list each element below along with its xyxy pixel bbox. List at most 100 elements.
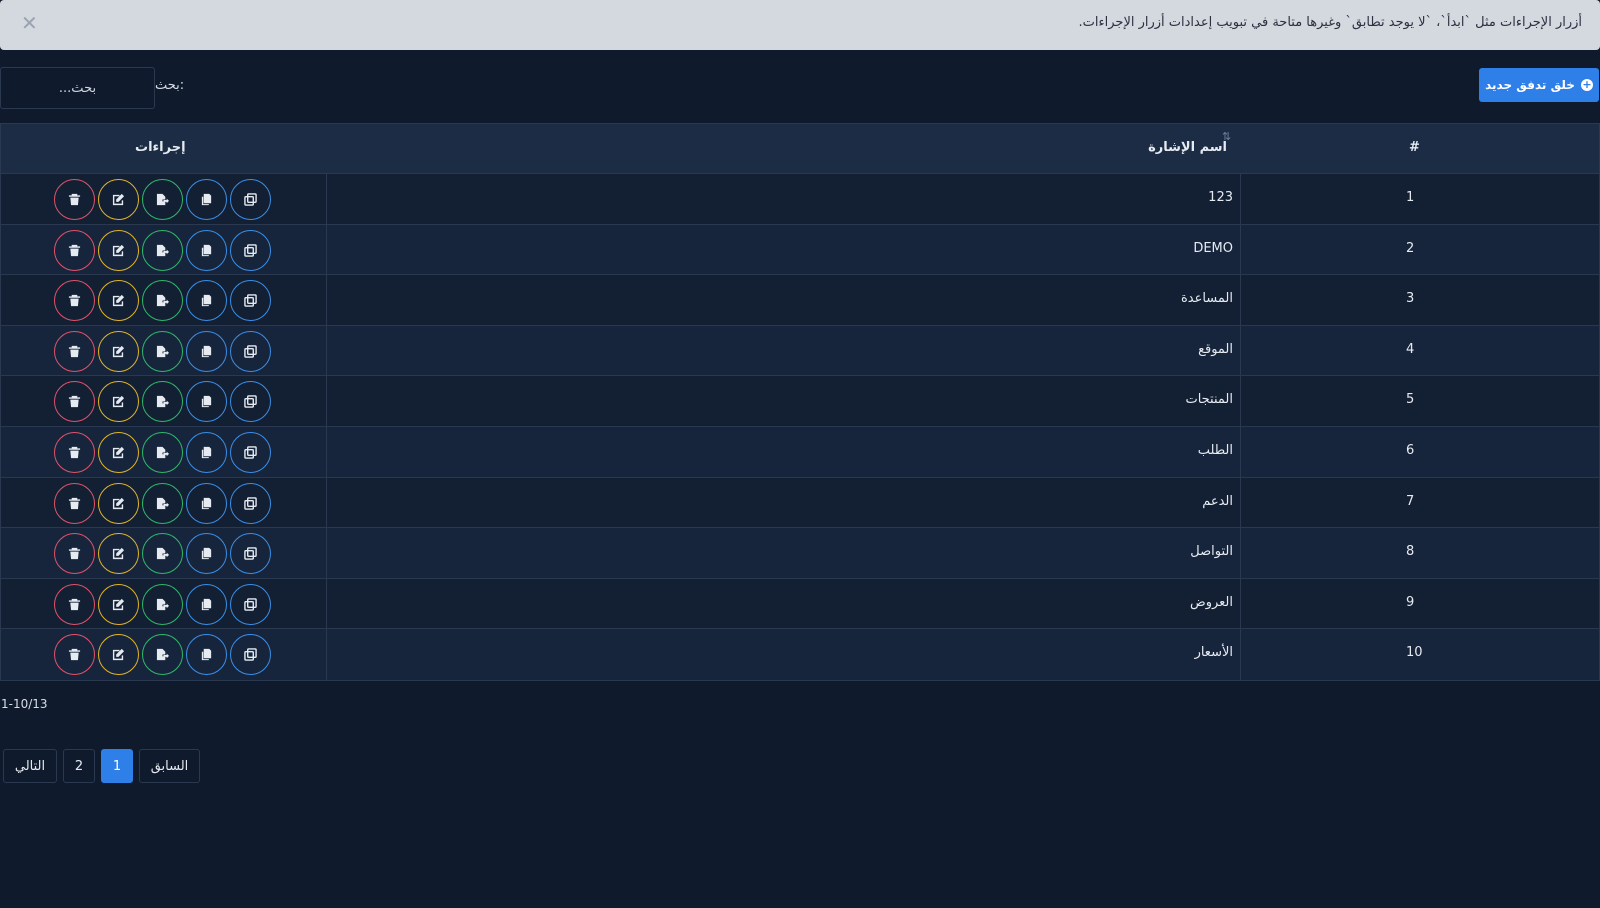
delete-button[interactable] [54,482,95,524]
row-number: 4 [1406,341,1415,357]
copy-button[interactable] [186,381,227,423]
copy-button[interactable] [186,330,227,372]
delete-icon [68,648,81,661]
create-flow-button[interactable]: + خلق تدفق جديد [1479,68,1599,102]
delete-icon [68,446,81,459]
column-divider [1240,477,1241,528]
export-button[interactable] [142,381,183,423]
search-input[interactable] [0,67,155,109]
row-name: الدعم [1202,493,1233,509]
info-alert: ✕ أزرار الإجراءات مثل `ابدأ`، `لا يوجد ت… [0,0,1600,50]
export-button[interactable] [142,280,183,322]
table-header: # ⇅ اسم الإشارة إجراءات [1,124,1599,174]
delete-button[interactable] [54,583,95,625]
delete-button[interactable] [54,280,95,322]
export-button[interactable] [142,179,183,220]
delete-button[interactable] [54,431,95,473]
export-button[interactable] [142,229,183,271]
export-button[interactable] [142,533,183,575]
row-actions [54,179,271,220]
export-button[interactable] [142,634,183,676]
edit-button[interactable] [98,179,139,220]
copy-button[interactable] [186,482,227,524]
row-number: 1 [1406,190,1415,205]
edit-button[interactable] [98,533,139,575]
edit-button[interactable] [98,482,139,524]
next-page-button[interactable]: التالي [3,749,57,783]
export-icon [156,598,169,611]
table-row: 1 123 [1,174,1599,225]
copy-icon [200,193,213,206]
delete-button[interactable] [54,533,95,575]
export-button[interactable] [142,431,183,473]
row-actions [54,229,271,271]
copy-button[interactable] [186,533,227,575]
table-body: 1 123 2 DEMO 3 المساعدة 4 الموقع 5 المنتجات 6 الطلب… [1,174,1599,680]
duplicate-button[interactable] [230,533,271,575]
column-divider [326,174,327,224]
copy-icon [200,244,213,257]
delete-icon [68,547,81,560]
copy-button[interactable] [186,229,227,271]
edit-icon [112,193,125,206]
page-1-button[interactable]: 1 [101,749,133,783]
copy-button[interactable] [186,280,227,322]
delete-icon [68,497,81,510]
duplicate-button[interactable] [230,583,271,625]
copy-icon [200,294,213,307]
row-name: الطلب [1197,442,1233,458]
results-info: 1-10/13 [1,697,48,711]
table-row: 10 الأسعار [1,629,1599,680]
header-num[interactable]: # [1409,140,1420,155]
data-table: # ⇅ اسم الإشارة إجراءات 1 123 2 DEMO 3 المساع… [0,123,1600,681]
delete-icon [68,598,81,611]
row-name: الأسعار [1194,645,1233,661]
prev-page-button[interactable]: السابق [139,749,200,783]
delete-button[interactable] [54,634,95,676]
close-icon[interactable]: ✕ [21,11,38,35]
delete-button[interactable] [54,330,95,372]
edit-button[interactable] [98,229,139,271]
delete-button[interactable] [54,381,95,423]
header-name[interactable]: اسم الإشارة [1148,140,1227,155]
duplicate-icon [244,395,257,409]
row-name: DEMO [1193,240,1233,256]
export-button[interactable] [142,583,183,625]
delete-button[interactable] [54,229,95,271]
edit-button[interactable] [98,280,139,322]
duplicate-button[interactable] [230,431,271,473]
copy-button[interactable] [186,634,227,676]
export-icon [156,648,169,661]
export-icon [156,193,169,206]
edit-button[interactable] [98,431,139,473]
duplicate-button[interactable] [230,179,271,220]
copy-button[interactable] [186,179,227,220]
duplicate-button[interactable] [230,229,271,271]
column-divider [326,426,327,477]
delete-button[interactable] [54,179,95,220]
edit-button[interactable] [98,634,139,676]
table-row: 3 المساعدة [1,275,1599,326]
copy-icon [200,648,213,661]
export-button[interactable] [142,482,183,524]
search-label: بحث: [155,78,185,93]
duplicate-button[interactable] [230,381,271,423]
copy-button[interactable] [186,431,227,473]
duplicate-button[interactable] [230,482,271,524]
column-divider [326,578,327,629]
edit-button[interactable] [98,583,139,625]
duplicate-button[interactable] [230,634,271,676]
page-2-button[interactable]: 2 [63,749,95,783]
edit-button[interactable] [98,381,139,423]
delete-icon [68,294,81,307]
export-button[interactable] [142,330,183,372]
row-name: المساعدة [1180,291,1233,307]
duplicate-icon [244,547,257,560]
edit-button[interactable] [98,330,139,372]
duplicate-button[interactable] [230,280,271,322]
copy-button[interactable] [186,583,227,625]
table-row: 9 العروض [1,578,1599,630]
column-divider [326,376,327,426]
row-name: التواصل [1190,544,1233,560]
duplicate-button[interactable] [230,330,271,372]
